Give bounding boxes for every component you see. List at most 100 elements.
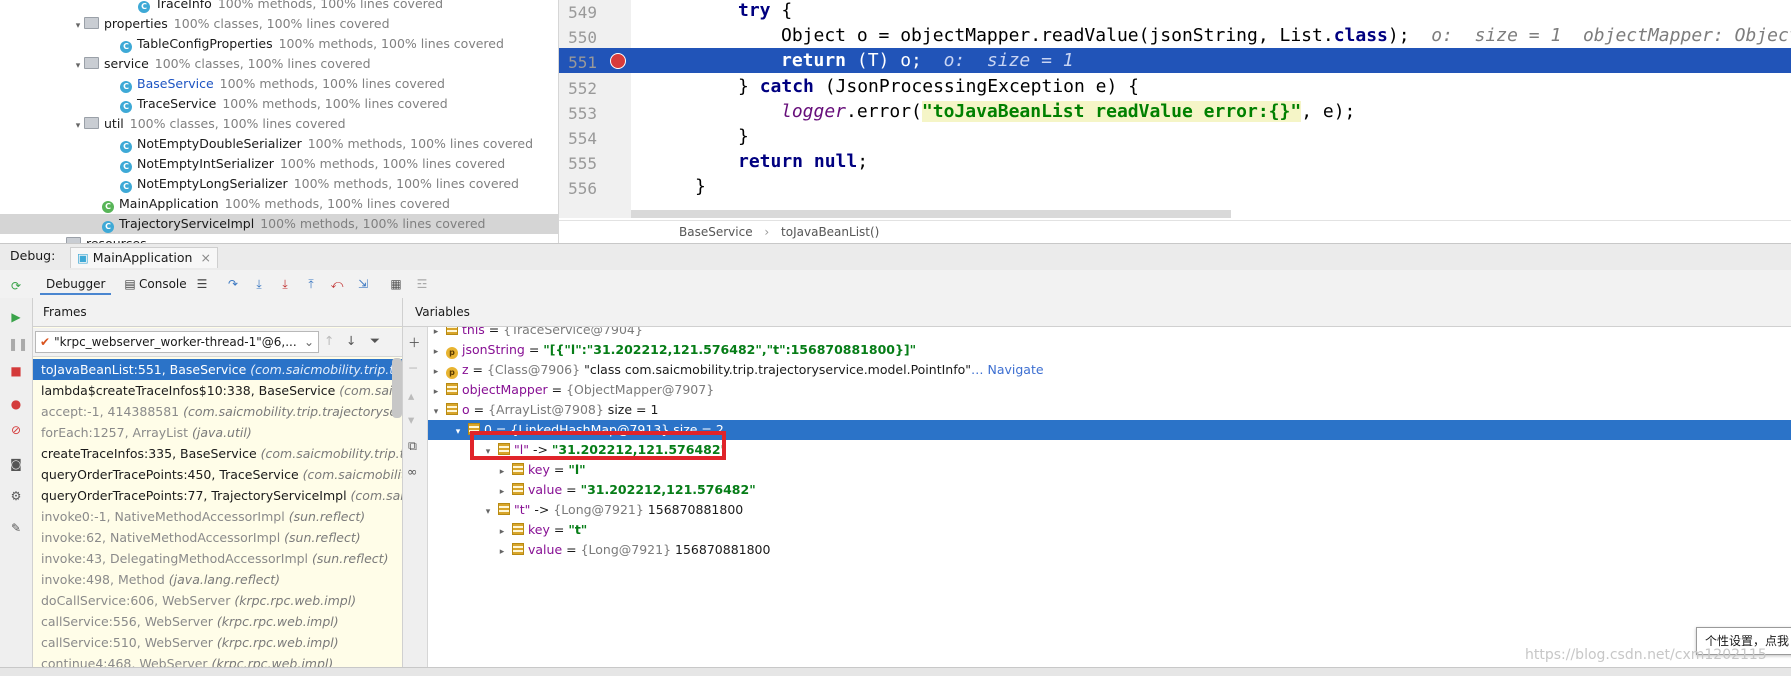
expand-arrow-icon[interactable]: ▾ (482, 502, 494, 522)
remove-watch-icon[interactable]: − (408, 360, 418, 375)
frame-row[interactable]: invoke:498, Method (java.lang.reflect) (33, 569, 402, 590)
view-breakpoints-icon[interactable]: ● (8, 396, 24, 412)
expand-arrow-icon[interactable]: ▸ (496, 462, 508, 482)
step-into-icon[interactable]: ⤓ (251, 276, 267, 292)
variable-row[interactable]: ▸ p jsonString = "[{"l":"31.202212,121.576… (428, 340, 1791, 360)
code-line[interactable]: Object o = objectMapper.readValue(jsonSt… (631, 23, 1791, 48)
tree-row[interactable]: C TableConfigProperties 100% methods, 100%… (0, 34, 558, 54)
close-icon[interactable]: × (200, 250, 210, 265)
move-up-icon[interactable]: ▴ (408, 388, 414, 403)
add-watch-icon[interactable]: ＋ (408, 332, 421, 351)
expand-arrow-icon[interactable]: ▸ (496, 522, 508, 542)
tree-row[interactable]: ▾ service 100% classes, 100% lines covered (0, 54, 558, 76)
variable-row[interactable]: ▸ value = {Long@7921} 156870881800 (428, 540, 1791, 560)
variable-row[interactable]: ▸ p z = {Class@7906} "class com.saicmobili… (428, 360, 1791, 380)
expand-arrow-icon[interactable]: ▾ (72, 116, 84, 136)
tree-row[interactable]: C NotEmptyIntSerializer 100% methods, 100%… (0, 154, 558, 174)
tab-debugger[interactable]: Debugger (40, 275, 112, 295)
drop-frame-icon[interactable]: ⤺ (329, 276, 345, 292)
tree-row[interactable]: C TrajectoryServiceImpl 100% methods, 100%… (0, 214, 558, 234)
variable-row[interactable]: ▸ key = "t" (428, 520, 1791, 540)
tree-row[interactable]: C TraceInfo 100% methods, 100% lines cover… (0, 0, 558, 14)
variable-row[interactable]: ▸ objectMapper = {ObjectMapper@7907} (428, 380, 1791, 400)
variables-tree[interactable]: ▸ this = {TraceService@7904} ▸ p jsonString … (428, 327, 1791, 675)
breadcrumb-class[interactable]: BaseService (559, 225, 753, 239)
frame-row[interactable]: toJavaBeanList:551, BaseService (com.sai… (33, 359, 402, 380)
tree-row[interactable]: C NotEmptyDoubleSerializer 100% methods, 1… (0, 134, 558, 154)
expand-arrow-icon[interactable]: ▸ (430, 382, 442, 402)
expand-arrow-icon[interactable]: ▾ (452, 422, 464, 442)
tree-row[interactable]: C BaseService 100% methods, 100% lines cov… (0, 74, 558, 94)
pause-icon[interactable]: ❚❚ (8, 336, 28, 352)
frame-row[interactable]: forEach:1257, ArrayList (java.util) (33, 422, 402, 443)
mute-breakpoints-icon[interactable]: ⊘ (8, 422, 24, 438)
evaluate-expression-icon[interactable]: ▦ (388, 276, 404, 292)
code-line[interactable]: } (631, 174, 1791, 199)
frame-row[interactable]: invoke:62, NativeMethodAccessorImpl (sun… (33, 527, 402, 548)
code-line[interactable]: } (631, 124, 1791, 149)
force-step-into-icon[interactable]: ⤓ (277, 276, 293, 292)
variable-row[interactable]: ▸ this = {TraceService@7904} (428, 327, 1791, 340)
tree-row[interactable]: C MainApplication 100% methods, 100% lines… (0, 194, 558, 214)
copy-icon[interactable]: ⧉ (408, 438, 417, 454)
arrow-up-icon[interactable]: ↑ (324, 333, 334, 348)
expand-arrow-icon[interactable]: ▾ (72, 56, 84, 76)
code-editor[interactable]: 549 550 551 552 553 554 555 556 try {Object o =… (559, 0, 1791, 218)
menu-icon[interactable]: ☰ (194, 276, 210, 292)
run-to-cursor-icon[interactable]: ⇲ (355, 276, 371, 292)
frame-row[interactable]: invoke:43, DelegatingMethodAccessorImpl … (33, 548, 402, 569)
frame-row[interactable]: callService:510, WebServer (krpc.rpc.web… (33, 632, 402, 653)
expand-arrow-icon[interactable]: ▸ (496, 482, 508, 502)
frames-scrollbar[interactable] (392, 358, 402, 418)
frame-row[interactable]: invoke0:-1, NativeMethodAccessorImpl (su… (33, 506, 402, 527)
tree-row[interactable]: ▾ properties 100% classes, 100% lines cove… (0, 14, 558, 36)
code-line[interactable]: logger.error("toJavaBeanList readValue e… (631, 99, 1791, 124)
code-line[interactable]: try { (631, 0, 1791, 23)
editor-scrollbar[interactable] (631, 210, 1231, 218)
glasses-icon[interactable]: ∞ (407, 464, 417, 479)
editor-gutter[interactable]: 549 550 551 552 553 554 555 556 (559, 0, 631, 218)
breadcrumb[interactable]: BaseService › toJavaBeanList() (559, 220, 1791, 243)
expand-arrow-icon[interactable]: ▾ (430, 402, 442, 422)
frame-row[interactable]: createTraceInfos:335, BaseService (com.s… (33, 443, 402, 464)
expand-arrow-icon[interactable]: ▸ (430, 342, 442, 362)
frame-row[interactable]: callService:556, WebServer (krpc.rpc.web… (33, 611, 402, 632)
move-down-icon[interactable]: ▾ (408, 412, 414, 427)
frame-row[interactable]: doCallService:606, WebServer (krpc.rpc.w… (33, 590, 402, 611)
current-execution-line[interactable]: return (T) o; o: size = 1 (631, 48, 1791, 74)
variable-row[interactable]: ▾ "t" -> {Long@7921} 156870881800 (428, 500, 1791, 520)
breadcrumb-method[interactable]: toJavaBeanList() (781, 225, 879, 239)
variable-row[interactable]: ▸ value = "31.202212,121.576482" (428, 480, 1791, 500)
code-line[interactable]: return null; (631, 149, 1791, 174)
expand-arrow-icon[interactable]: ▸ (430, 362, 442, 382)
frame-row[interactable]: accept:-1, 414388581 (com.saicmobility.t… (33, 401, 402, 422)
filter-icon[interactable]: ⏷ (370, 333, 380, 349)
tree-row[interactable]: ▸ resources (0, 234, 558, 243)
tree-row[interactable]: C TraceService 100% methods, 100% lines co… (0, 94, 558, 114)
variable-row[interactable]: ▸ key = "l" (428, 460, 1791, 480)
frame-row[interactable]: queryOrderTracePoints:77, TrajectoryServ… (33, 485, 402, 506)
thread-dropdown[interactable]: ✔ "krpc_webserver_worker-thread-1"@6,... … (35, 331, 319, 353)
tree-row[interactable]: ▾ util 100% classes, 100% lines covered (0, 114, 558, 136)
step-over-icon[interactable]: ↷ (225, 276, 241, 292)
frame-row[interactable]: queryOrderTracePoints:450, TraceService … (33, 464, 402, 485)
rerun-icon[interactable]: ⟳ (8, 278, 24, 294)
gear-icon[interactable]: ⚙ (8, 488, 24, 504)
variable-row[interactable]: ▾ o = {ArrayList@7908} size = 1 (428, 400, 1791, 420)
camera-icon[interactable]: ◙ (8, 456, 24, 472)
frame-row[interactable]: lambda$createTraceInfos$10:338, BaseServ… (33, 380, 402, 401)
stop-icon[interactable]: ■ (8, 363, 24, 379)
debug-config-tab[interactable]: ▣ MainApplication × (70, 247, 218, 268)
tree-row[interactable]: C NotEmptyLongSerializer 100% methods, 100… (0, 174, 558, 194)
arrow-down-icon[interactable]: ↓ (346, 333, 356, 348)
resume-icon[interactable]: ▶ (8, 309, 24, 325)
code-line[interactable]: } catch (JsonProcessingException e) { (631, 74, 1791, 99)
expand-arrow-icon[interactable]: ▸ (54, 236, 66, 243)
trace-stream-icon[interactable]: ☲ (414, 276, 430, 292)
pin-icon[interactable]: ✎ (8, 520, 24, 536)
expand-arrow-icon[interactable]: ▸ (496, 542, 508, 562)
project-tree[interactable]: C TraceInfo 100% methods, 100% lines cover… (0, 0, 559, 243)
tab-console[interactable]: Console (139, 275, 187, 293)
step-out-icon[interactable]: ⤒ (303, 276, 319, 292)
expand-arrow-icon[interactable]: ▾ (72, 16, 84, 36)
